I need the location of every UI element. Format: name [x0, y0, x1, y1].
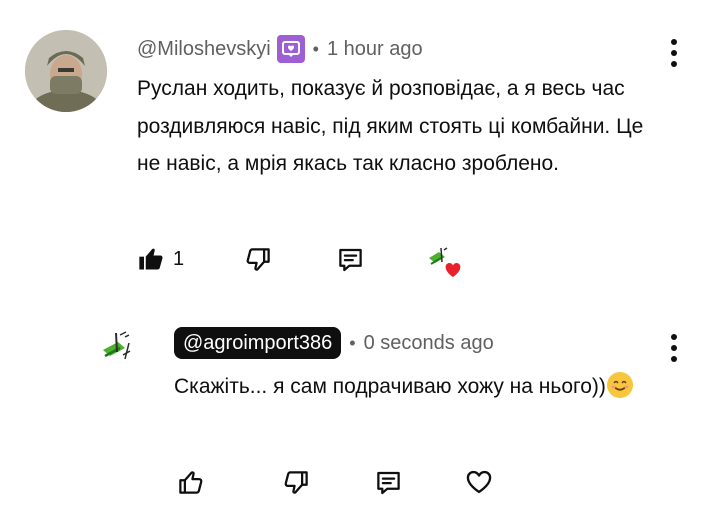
dislike-button[interactable]: [242, 243, 274, 275]
reply-comment-icon: [338, 248, 362, 271]
reply-button[interactable]: [372, 466, 404, 498]
thumbs-down-icon: [246, 247, 270, 271]
reply-username[interactable]: @agroimport386: [174, 327, 342, 359]
comment-header: @Miloshevskyi • 1 hour ago: [137, 35, 423, 63]
reply-avatar[interactable]: [96, 325, 140, 369]
thumbs-up-icon: [178, 470, 202, 494]
comment-text: Руслан ходить, показує й розповідає, а я…: [137, 77, 644, 175]
reply-header: @agroimport386 • 0 seconds ago: [174, 327, 494, 359]
reply-button[interactable]: [334, 243, 366, 275]
heart-button[interactable]: [463, 466, 495, 498]
member-badge-icon: [276, 35, 305, 63]
like-count: 1: [173, 248, 185, 270]
reply-comment-icon: [376, 471, 400, 494]
dislike-button[interactable]: [280, 466, 312, 498]
reply-text-container: Скажіть... я сам подрачиваю хожу на ньог…: [174, 367, 654, 406]
meta-separator: •: [349, 332, 356, 353]
reply-text: Скажіть... я сам подрачиваю хожу на ньог…: [174, 375, 606, 398]
meta-separator: •: [312, 38, 319, 59]
smiling-face-icon: [606, 372, 633, 398]
more-vert-icon[interactable]: [662, 328, 686, 368]
like-button[interactable]: [174, 466, 206, 498]
comment-username[interactable]: @Miloshevskyi: [137, 38, 271, 61]
like-button[interactable]: [135, 243, 167, 275]
thumbs-up-filled-icon: [139, 248, 163, 270]
comment-time[interactable]: 1 hour ago: [327, 38, 423, 61]
reply-time[interactable]: 0 seconds ago: [364, 332, 494, 355]
more-vert-icon[interactable]: [662, 33, 686, 73]
thumbs-down-icon: [284, 470, 308, 494]
commenter-avatar[interactable]: [25, 30, 107, 112]
heart-outline-icon: [466, 470, 492, 494]
creator-heart-icon: [425, 244, 465, 280]
